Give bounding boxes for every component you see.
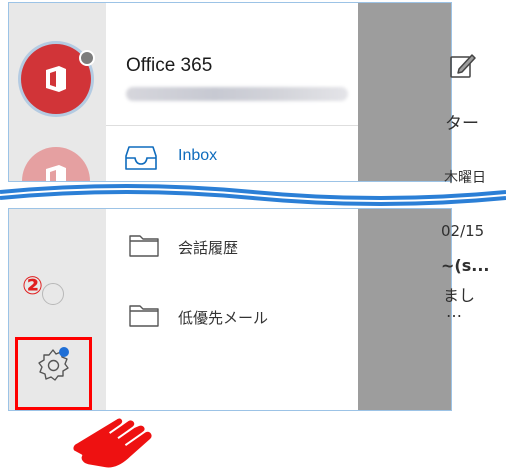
inbox-tray-icon	[125, 146, 157, 170]
folder-drawer: Office 365 Inbox 4	[106, 3, 424, 181]
drawer-divider	[106, 125, 358, 126]
step-number-annotation: ②	[22, 271, 44, 300]
wave-separator	[0, 184, 506, 206]
presence-status-dot	[79, 50, 95, 66]
office-logo-icon	[46, 165, 66, 181]
mail-list-preview-ellipsis: …	[446, 302, 462, 321]
folder-icon	[129, 305, 159, 327]
folder-item-conversation-history[interactable]: 会話履歴	[178, 237, 238, 258]
account-name: Office 365	[126, 55, 213, 76]
compose-icon	[450, 54, 476, 78]
mail-list-subject-fragment: ~(s...	[441, 256, 490, 275]
mail-list-behind-lower	[358, 209, 451, 410]
inbox-folder-item[interactable]: Inbox	[178, 147, 217, 165]
folder-item-low-priority-mail[interactable]: 低優先メール	[178, 307, 268, 328]
mail-list-date: 02/15	[441, 222, 485, 240]
pointing-hand-icon	[71, 416, 154, 468]
account-sidebar	[9, 3, 106, 181]
second-account-avatar[interactable]	[22, 147, 90, 181]
mail-list-header-fragment: ター	[445, 114, 479, 134]
account-email-redacted	[126, 87, 348, 101]
folder-drawer-lower: 会話履歴 低優先メール	[106, 209, 358, 410]
mail-list-behind	[358, 3, 451, 181]
help-icon-partial	[42, 283, 64, 305]
account-drawer-top: Office 365 Inbox 4	[8, 2, 452, 182]
folder-icon	[129, 235, 159, 257]
office-logo-icon	[46, 66, 66, 92]
